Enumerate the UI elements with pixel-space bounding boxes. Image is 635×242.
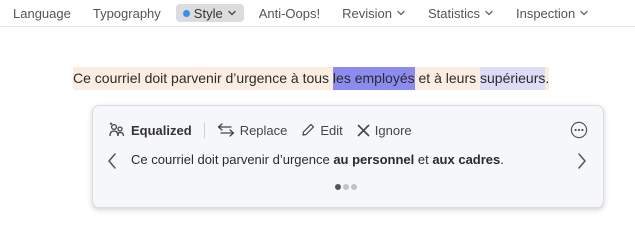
edit-label: Edit [320,122,343,138]
suggestion-part: et [414,152,433,167]
replacement-term[interactable]: au personnel [333,152,414,167]
tab-label: Style [193,5,223,21]
page-indicator [335,184,359,190]
chevron-left-icon[interactable] [106,152,118,170]
status-dot-icon [182,9,190,17]
ignore-label: Ignore [374,122,412,138]
tab-anti-oops[interactable]: Anti-Oops! [252,4,327,22]
highlighted-term-superieurs[interactable]: supérieurs [480,66,546,90]
sparkle-people-icon [109,122,125,137]
card-actions: Equalized Replace Edit Ignore [108,120,426,140]
tab-inspection[interactable]: Inspection [509,4,596,22]
page-dot-active[interactable] [335,184,341,190]
tab-style[interactable]: Style [175,4,244,22]
tab-language[interactable]: Language [6,4,78,22]
tab-label: Statistics [427,5,480,21]
document-sentence: Ce courriel doit parvenir d’urgence à to… [73,66,550,90]
suggestion-card: Equalized Replace Edit Ignore Ce courrie… [92,105,604,208]
page-dot[interactable] [343,184,349,190]
tab-typography[interactable]: Typography [86,4,168,22]
tab-label: Revision [342,5,392,21]
suggestion-text: Ce courriel doit parvenir d’urgence au p… [131,151,504,169]
chevron-down-icon [485,10,493,16]
close-icon [357,124,370,136]
chevron-down-icon [228,10,236,16]
tab-label: Anti-Oops! [258,5,321,21]
edit-button[interactable]: Edit [301,122,343,138]
divider [203,122,205,138]
chevron-down-icon [397,10,405,16]
swap-arrows-icon [217,123,234,137]
replace-label: Replace [239,122,288,138]
more-options-icon[interactable] [570,121,588,139]
tab-label: Inspection [515,5,576,21]
suggestion-part: Ce courriel doit parvenir d’urgence [131,152,334,167]
menu-bar: Language Typography Style Anti-Oops! Rev… [0,0,635,27]
highlighted-term-employes[interactable]: les employés [332,66,415,90]
sentence-text: Ce courriel doit parvenir d’urgence à to… [73,66,333,90]
pencil-icon [302,123,315,136]
chevron-right-icon[interactable] [576,152,588,170]
tab-revision[interactable]: Revision [335,4,413,22]
card-title: Equalized [131,122,192,138]
equalized-label: Equalized [108,121,192,139]
tab-label: Language [13,5,71,21]
replace-button[interactable]: Replace [217,122,288,138]
page-dot[interactable] [351,184,357,190]
replacement-term[interactable]: aux cadres [432,152,500,167]
sentence-text: et à leurs [414,66,480,90]
chevron-down-icon [580,10,588,16]
tab-statistics[interactable]: Statistics [421,4,501,22]
sentence-text: . [545,66,550,90]
suggestion-part: . [500,152,504,167]
tab-label: Typography [92,5,161,21]
ignore-button[interactable]: Ignore [357,123,412,138]
